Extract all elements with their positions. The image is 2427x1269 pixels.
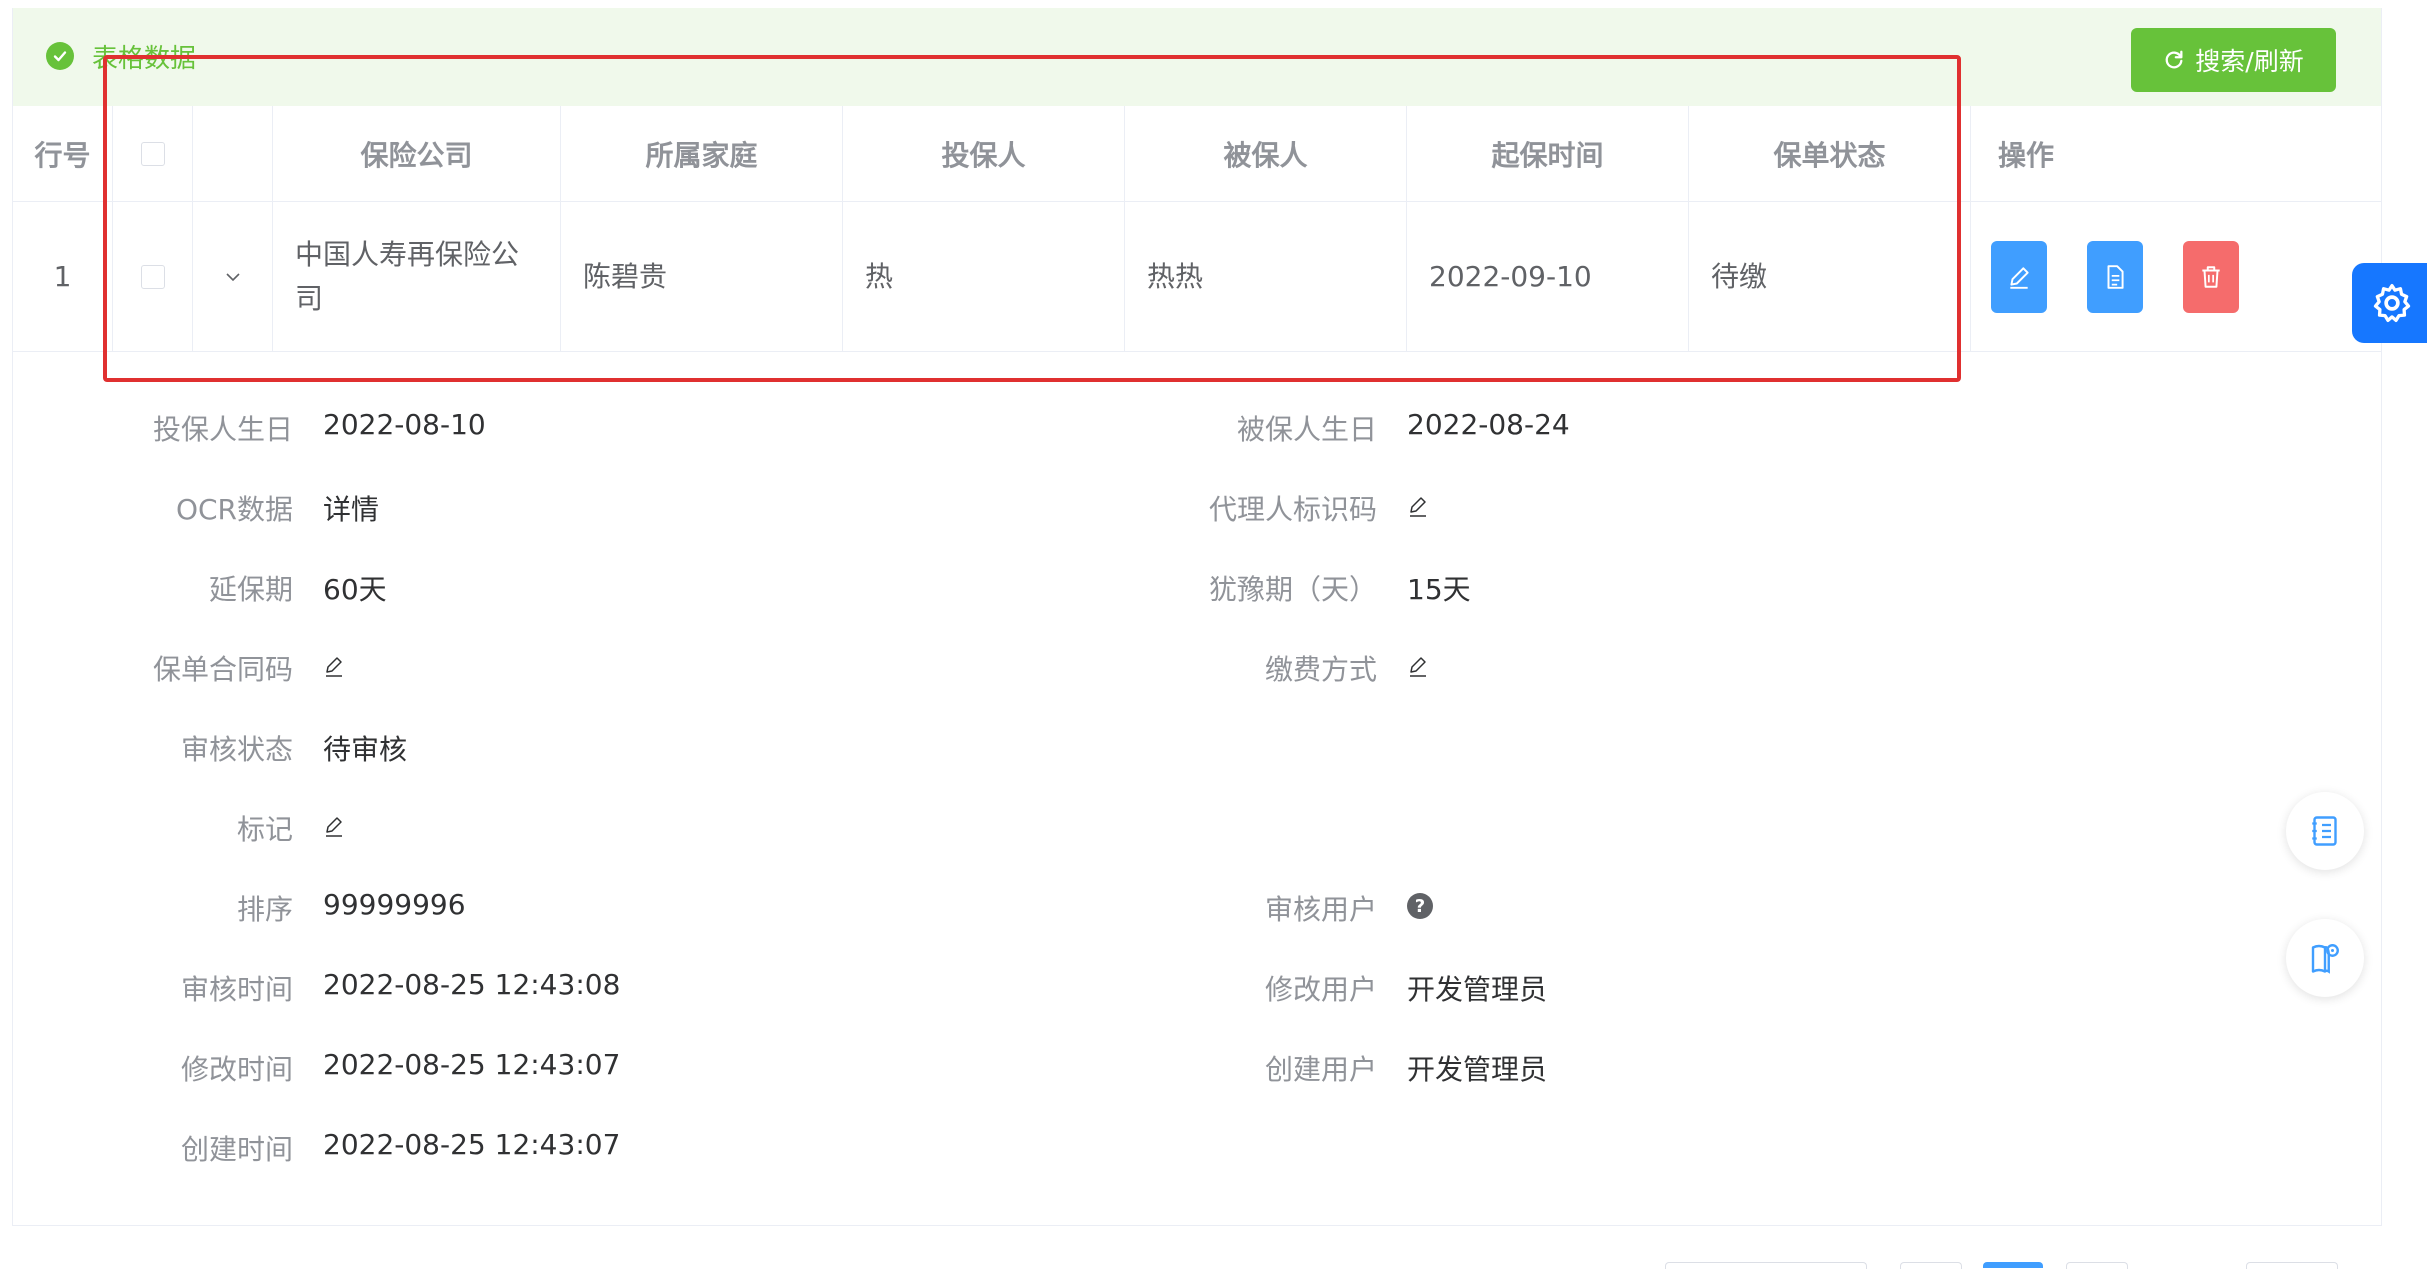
detail-value-ocr-data[interactable]: 详情: [323, 488, 379, 528]
audit-user-help-wrapper: ?: [1407, 893, 1433, 919]
search-refresh-button[interactable]: 搜索/刷新: [2131, 28, 2336, 92]
detail-value-insured-birthday: 2022-08-24: [1407, 408, 1570, 441]
cell-family: 陈碧贵: [561, 202, 843, 351]
delete-button[interactable]: [2183, 240, 2239, 313]
detail-label-insured-birthday: 被保人生日: [1236, 413, 1377, 446]
refresh-icon: [2165, 50, 2183, 69]
detail-label-extended-period: 延保期: [208, 573, 293, 606]
column-header-select: [113, 106, 193, 201]
detail-label-sort: 排序: [236, 893, 293, 926]
edit-icon: [2010, 266, 2029, 289]
agent-code-edit-icon[interactable]: [1407, 494, 1431, 518]
detail-value-extended-period: 60天: [323, 573, 387, 606]
detail-label-audit-user: 审核用户: [1264, 893, 1377, 926]
column-header-row-no: 行号: [13, 106, 113, 201]
panel-title: 表格数据: [46, 38, 196, 74]
detail-label-payment-method: 缴费方式: [1264, 653, 1377, 686]
detail-value-create-user: 开发管理员: [1407, 1053, 1548, 1086]
cell-company: 中国人寿再保险公司: [273, 202, 561, 351]
cell-policyholder: 热: [843, 202, 1125, 351]
detail-label-audit-status: 审核状态: [180, 733, 293, 766]
chevron-down-icon: [225, 272, 240, 281]
book-pin-icon: [2311, 944, 2339, 974]
column-header-family[interactable]: 所属家庭: [561, 106, 843, 201]
success-check-icon: [46, 42, 74, 70]
column-header-company[interactable]: 保险公司: [273, 106, 561, 201]
notebook-icon: [2312, 816, 2337, 846]
detail-value-audit-status: 待审核: [323, 733, 408, 766]
cell-status: 待缴: [1689, 202, 1971, 351]
detail-label-agent-code: 代理人标识码: [1208, 493, 1377, 526]
detail-label-policyholder-birthday: 投保人生日: [152, 413, 293, 446]
detail-label-create-time: 创建时间: [180, 1133, 293, 1166]
pagination-current-page[interactable]: [1983, 1262, 2043, 1268]
row-expand-toggle[interactable]: [193, 202, 273, 351]
column-header-status[interactable]: 保单状态: [1689, 106, 1971, 201]
select-all-checkbox[interactable]: [140, 141, 165, 166]
detail-value-modify-time: 2022-08-25 12:43:07: [323, 1048, 621, 1081]
detail-label-cooling-period: 犹豫期（天）: [1208, 573, 1377, 606]
question-circle-icon[interactable]: ?: [1407, 893, 1433, 919]
detail-label-create-user: 创建用户: [1264, 1053, 1377, 1086]
cell-row-no: 1: [13, 202, 113, 351]
detail-value-modify-user: 开发管理员: [1407, 973, 1548, 1006]
view-detail-button[interactable]: [2087, 240, 2143, 313]
panel-header: 表格数据 搜索/刷新: [13, 8, 2381, 106]
column-header-policyholder[interactable]: 投保人: [843, 106, 1125, 201]
cell-insured: 热热: [1125, 202, 1407, 351]
cell-start-date: 2022-09-10: [1407, 202, 1689, 351]
column-header-start-date[interactable]: 起保时间: [1407, 106, 1689, 201]
gear-icon: [2373, 283, 2411, 323]
table-header: 行号 保险公司 所属家庭 投保人 被保人 起保时间 保单状态 操作: [13, 106, 2381, 202]
detail-value-create-time: 2022-08-25 12:43:07: [323, 1128, 621, 1161]
detail-label-ocr-data: OCR数据: [175, 493, 293, 526]
document-icon: [2107, 264, 2124, 289]
edit-button[interactable]: [1991, 240, 2047, 313]
detail-value-cooling-period: 15天: [1407, 573, 1471, 606]
detail-value-policyholder-birthday: 2022-08-10: [323, 408, 486, 441]
panel-title-text: 表格数据: [92, 43, 197, 74]
detail-value-sort: 99999996: [323, 888, 466, 921]
row-select-checkbox[interactable]: [140, 264, 165, 289]
search-refresh-label: 搜索/刷新: [2195, 47, 2304, 76]
list-fab[interactable]: [2286, 792, 2364, 870]
settings-fab[interactable]: [2352, 263, 2427, 343]
guide-fab[interactable]: [2286, 919, 2364, 997]
mark-edit-icon[interactable]: [323, 814, 347, 838]
cell-actions: [1971, 202, 2371, 351]
column-header-insured[interactable]: 被保人: [1125, 106, 1407, 201]
contract-code-edit-icon[interactable]: [323, 654, 347, 678]
payment-method-edit-icon[interactable]: [1407, 654, 1431, 678]
column-header-expand: [193, 106, 273, 201]
detail-label-contract-code: 保单合同码: [152, 653, 293, 686]
trash-icon: [2202, 265, 2220, 288]
detail-label-modify-user: 修改用户: [1264, 973, 1377, 1006]
detail-label-audit-time: 审核时间: [180, 973, 293, 1006]
column-header-actions: 操作: [1997, 138, 2054, 172]
detail-label-mark: 标记: [236, 813, 293, 846]
table-panel: 表格数据 搜索/刷新 行号 保险公司 所属家庭 投保人 被保人 起保时间 保单状…: [12, 8, 2382, 1226]
detail-label-modify-time: 修改时间: [180, 1053, 293, 1086]
detail-value-audit-time: 2022-08-25 12:43:08: [323, 968, 621, 1001]
cell-select: [113, 202, 193, 351]
table-row: 1 中国人寿再保险公司 陈碧贵 热 热热 2022-09-10 待缴: [13, 202, 2381, 352]
